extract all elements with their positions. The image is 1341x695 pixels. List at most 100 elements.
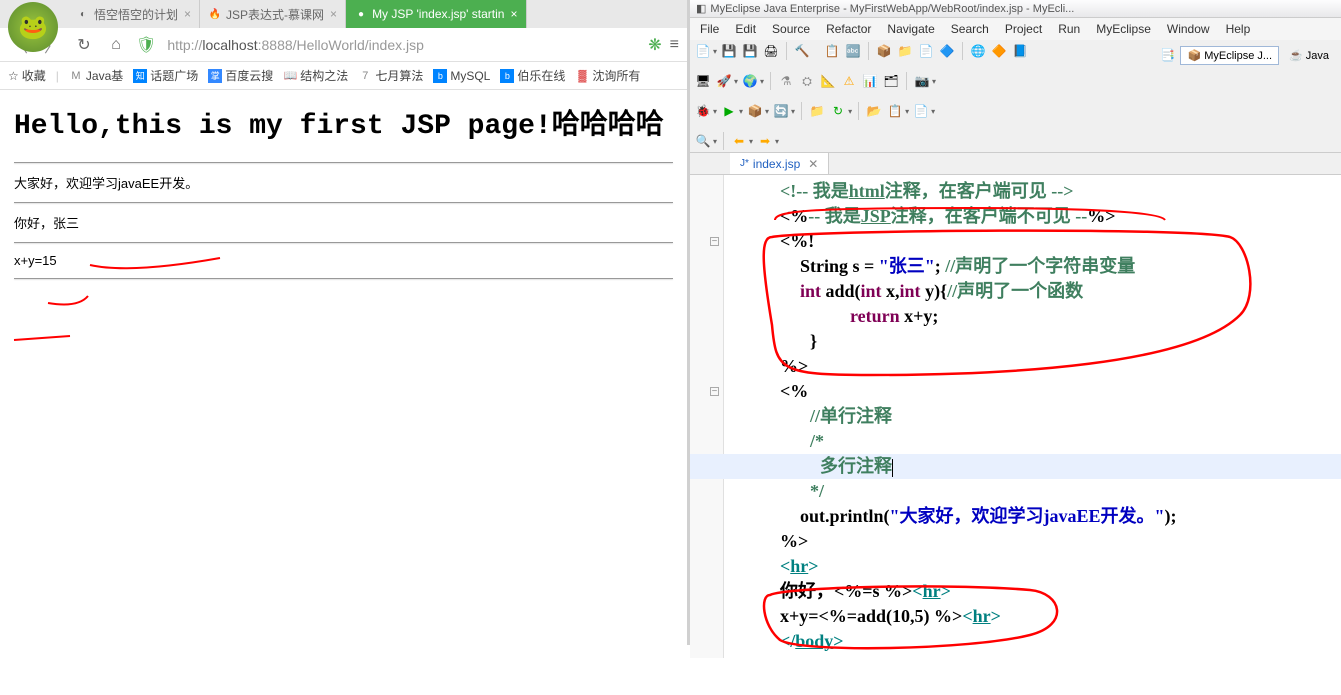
run-icon[interactable]: ▶ [720, 102, 738, 120]
menu-run[interactable]: Run [1052, 20, 1086, 38]
tool-icon[interactable]: 📐 [819, 72, 837, 90]
globe-icon[interactable]: 🌍 [741, 72, 759, 90]
tab-label: JSP表达式-慕课网 [226, 6, 324, 23]
extension-icon[interactable]: ❋ [648, 35, 661, 55]
forward-icon[interactable]: ➡ [756, 132, 774, 150]
code-editor[interactable]: <!-- 我是html注释，在客户端可见 --> <%-- 我是JSP注释，在客… [690, 175, 1341, 658]
menu-button[interactable]: ≡ [670, 36, 679, 54]
page-icon: ● [354, 7, 368, 21]
divider [14, 202, 673, 203]
server-icon[interactable]: 🖥 [694, 72, 712, 90]
save-icon[interactable]: 💾 [720, 42, 738, 60]
divider [14, 278, 673, 279]
content-line: x+y=15 [14, 253, 673, 268]
bookmark-item[interactable]: 7七月算法 [358, 67, 423, 84]
perspective-button[interactable]: 📦 MyEclipse J... [1180, 46, 1279, 65]
tool-icon[interactable]: 📋 [886, 102, 904, 120]
browser-tab-active[interactable]: ● My JSP 'index.jsp' startin × [346, 0, 526, 28]
editor-tab[interactable]: J* index.jsp ✕ [730, 153, 829, 174]
tool-icon[interactable]: 📄 [912, 102, 930, 120]
deploy-icon[interactable]: 🚀 [715, 72, 733, 90]
bookmark-item[interactable]: ▓沈询所有 [575, 67, 640, 84]
tool-icon[interactable]: 📁 [896, 42, 914, 60]
ide-menubar: File Edit Source Refactor Navigate Searc… [690, 18, 1341, 40]
tab-close-icon[interactable]: × [184, 7, 191, 21]
divider [14, 162, 673, 163]
browser-window: 🐸 ◐ 悟空悟空的计划 × 🔥 JSP表达式-慕课网 × ● My JSP 'i… [0, 0, 690, 645]
debug-icon[interactable]: 🐞 [694, 102, 712, 120]
camera-icon[interactable]: 📷 [913, 72, 931, 90]
tool-icon[interactable]: 🔄 [772, 102, 790, 120]
tool-icon[interactable]: 🌐 [969, 42, 987, 60]
menu-file[interactable]: File [694, 20, 725, 38]
bookmark-item[interactable]: 📖结构之法 [283, 67, 348, 84]
menu-search[interactable]: Search [945, 20, 995, 38]
folder-icon[interactable]: 📂 [865, 102, 883, 120]
tab-label: 悟空悟空的计划 [94, 6, 178, 23]
menu-project[interactable]: Project [999, 20, 1048, 38]
tool-icon[interactable]: 🔶 [990, 42, 1008, 60]
saveall-icon[interactable]: 💾 [741, 42, 759, 60]
divider [14, 242, 673, 243]
fold-icon[interactable]: − [710, 387, 719, 396]
tool-icon[interactable]: 📁 [808, 102, 826, 120]
menu-window[interactable]: Window [1161, 20, 1216, 38]
content-line: 大家好，欢迎学习javaEE开发。 [14, 173, 673, 192]
print-icon[interactable]: 🖨 [762, 42, 780, 60]
menu-myeclipse[interactable]: MyEclipse [1090, 20, 1157, 38]
editor-tabs: J* index.jsp ✕ [690, 153, 1341, 175]
bookmarks-bar: ☆ 收藏 | MJava基 知话题广场 掌百度云搜 📖结构之法 7七月算法 bM… [0, 62, 687, 90]
url-input[interactable]: http://localhost:8888/HelloWorld/index.j… [164, 34, 640, 56]
menu-edit[interactable]: Edit [729, 20, 762, 38]
tool-icon[interactable]: 📊 [861, 72, 879, 90]
refresh-button[interactable]: ↻ [72, 33, 96, 57]
persp-open-icon[interactable]: 📑 [1158, 46, 1176, 64]
shield-icon[interactable]: 🛡 [136, 35, 156, 55]
tool-icon[interactable]: 📘 [1011, 42, 1029, 60]
app-icon: ◧ [696, 2, 706, 15]
tool-icon[interactable]: ⛭ [798, 72, 816, 90]
tool-icon[interactable]: ⚗ [777, 72, 795, 90]
menu-help[interactable]: Help [1220, 20, 1257, 38]
menu-source[interactable]: Source [766, 20, 816, 38]
tool-icon[interactable]: 📋 [823, 42, 841, 60]
jsp-icon: J* [740, 158, 749, 169]
browser-tabs: ◐ 悟空悟空的计划 × 🔥 JSP表达式-慕课网 × ● My JSP 'ind… [0, 0, 687, 28]
tab-icon: ◐ [76, 7, 90, 21]
bookmark-item[interactable]: b伯乐在线 [500, 67, 565, 84]
browser-tab[interactable]: ◐ 悟空悟空的计划 × [68, 0, 200, 28]
close-icon[interactable]: ✕ [808, 157, 818, 171]
browser-tab[interactable]: 🔥 JSP表达式-慕课网 × [200, 0, 346, 28]
bookmark-star[interactable]: ☆ 收藏 [8, 67, 46, 84]
tab-close-icon[interactable]: × [510, 7, 517, 21]
bookmark-item[interactable]: MJava基 [69, 67, 123, 84]
perspective-switcher: 📑 📦 MyEclipse J... ☕ Java [1158, 46, 1335, 65]
tool-icon[interactable]: 🔤 [844, 42, 862, 60]
profile-avatar[interactable]: 🐸 [8, 2, 58, 52]
bookmark-item[interactable]: 掌百度云搜 [208, 67, 273, 84]
fold-icon[interactable]: − [710, 237, 719, 246]
tool-icon[interactable]: 🗂 [882, 72, 900, 90]
menu-navigate[interactable]: Navigate [881, 20, 940, 38]
tool-icon[interactable]: 🔍 [694, 132, 712, 150]
editor-area: J* index.jsp ✕ <!-- 我是html注释，在客户端可见 --> … [690, 153, 1341, 658]
home-button[interactable]: ⌂ [104, 33, 128, 57]
bookmark-item[interactable]: bMySQL [433, 69, 490, 83]
persp-icon: 📦 [1187, 49, 1201, 62]
ide-window: ◧ MyEclipse Java Enterprise - MyFirstWeb… [690, 0, 1341, 645]
tool-icon[interactable]: 📦 [875, 42, 893, 60]
tool-icon[interactable]: ⚠ [840, 72, 858, 90]
back-icon[interactable]: ⬅ [730, 132, 748, 150]
tool-icon[interactable]: 🔷 [938, 42, 956, 60]
tab-close-icon[interactable]: × [330, 7, 337, 21]
build-icon[interactable]: 🔨 [793, 42, 811, 60]
tool-icon[interactable]: 📄 [917, 42, 935, 60]
tool-icon[interactable]: 📦 [746, 102, 764, 120]
address-bar: 〈 〉 ↻ ⌂ 🛡 http://localhost:8888/HelloWor… [0, 28, 687, 62]
perspective-button[interactable]: ☕ Java [1283, 46, 1335, 65]
menu-refactor[interactable]: Refactor [820, 20, 877, 38]
bookmark-item[interactable]: 知话题广场 [133, 67, 198, 84]
ide-title-text: MyEclipse Java Enterprise - MyFirstWebAp… [710, 3, 1074, 15]
new-icon[interactable]: 📄 [694, 42, 712, 60]
refresh-icon[interactable]: ↻ [829, 102, 847, 120]
